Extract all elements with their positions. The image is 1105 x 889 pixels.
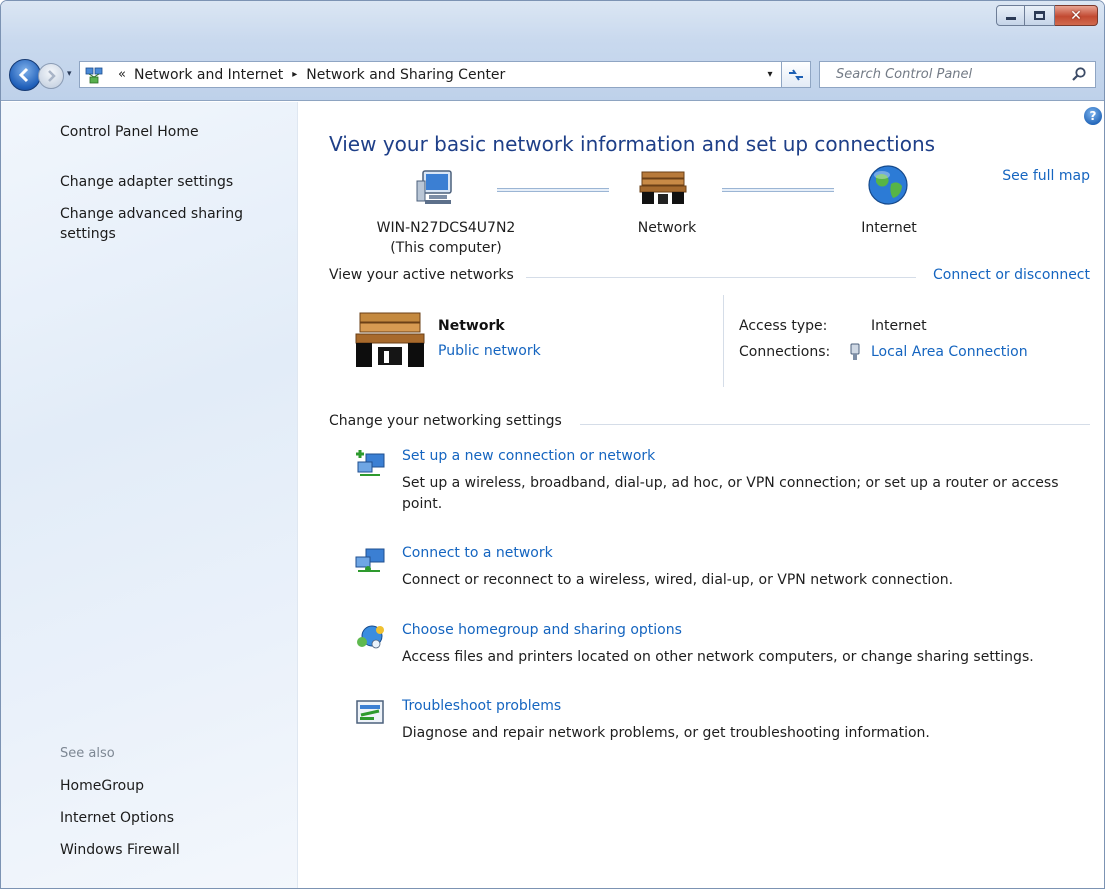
breadcrumb-network-sharing-center[interactable]: Network and Sharing Center bbox=[306, 67, 505, 83]
see-also-heading: See also bbox=[60, 746, 115, 761]
navigation-bar: ▾ « Network and Internet ▸ Network and S… bbox=[1, 56, 1104, 94]
active-networks-heading: View your active networks bbox=[329, 267, 514, 283]
refresh-icon bbox=[789, 68, 803, 81]
active-network-name: Network bbox=[438, 318, 505, 334]
breadcrumb-overflow[interactable]: « bbox=[118, 67, 126, 82]
search-input[interactable]: Search Control Panel bbox=[819, 61, 1096, 88]
caption-buttons: ✕ bbox=[996, 5, 1098, 26]
map-computer-label: WIN-N27DCS4U7N2 (This computer) bbox=[351, 218, 541, 258]
forward-arrow-icon bbox=[48, 70, 56, 82]
networking-settings-heading: Change your networking settings bbox=[329, 413, 562, 429]
setup-connection-description: Set up a wireless, broadband, dial-up, a… bbox=[402, 475, 1059, 512]
network-center-icon bbox=[85, 67, 103, 84]
public-network-link[interactable]: Public network bbox=[438, 343, 541, 359]
refresh-button[interactable] bbox=[781, 61, 811, 88]
window-frame: ✕ ▾ « Network and Internet ▸ Network and… bbox=[1, 1, 1104, 101]
homegroup-icon[interactable] bbox=[354, 622, 388, 652]
map-network-label: Network bbox=[637, 220, 697, 236]
left-task-pane: Control Panel Home Change adapter settin… bbox=[1, 102, 298, 888]
connect-or-disconnect-link[interactable]: Connect or disconnect bbox=[933, 267, 1090, 283]
connect-network-icon[interactable] bbox=[354, 545, 388, 575]
breadcrumb-separator[interactable]: ▸ bbox=[292, 69, 297, 80]
task-item: Set up a new connection or network Set u… bbox=[354, 448, 1094, 518]
computer-name: WIN-N27DCS4U7N2 bbox=[376, 220, 516, 236]
network-sharing-center-window: ✕ ▾ « Network and Internet ▸ Network and… bbox=[0, 0, 1105, 889]
search-icon[interactable] bbox=[1071, 66, 1087, 82]
task-item: Troubleshoot problems Diagnose and repai… bbox=[354, 698, 1094, 748]
new-connection-icon[interactable] bbox=[354, 448, 388, 478]
windows-firewall-link[interactable]: Windows Firewall bbox=[60, 840, 280, 860]
address-dropdown-button[interactable]: ▾ bbox=[759, 61, 781, 88]
section-divider bbox=[526, 277, 916, 278]
section-divider bbox=[580, 424, 1090, 425]
connections-label: Connections: bbox=[739, 344, 831, 360]
setup-connection-link[interactable]: Set up a new connection or network bbox=[402, 448, 655, 464]
network-bench-icon[interactable] bbox=[638, 168, 688, 204]
maximize-icon bbox=[1034, 11, 1045, 20]
public-network-bench-icon[interactable] bbox=[354, 309, 426, 369]
internet-options-link[interactable]: Internet Options bbox=[60, 808, 280, 828]
minimize-icon bbox=[1005, 17, 1016, 20]
back-button[interactable] bbox=[9, 59, 41, 91]
forward-button[interactable] bbox=[38, 63, 64, 89]
troubleshoot-icon[interactable] bbox=[354, 698, 388, 728]
main-content: ? View your basic network information an… bbox=[299, 102, 1104, 888]
access-type-value: Internet bbox=[871, 318, 927, 334]
internet-globe-icon[interactable] bbox=[867, 164, 909, 206]
address-bar[interactable]: « Network and Internet ▸ Network and Sha… bbox=[79, 61, 759, 88]
close-button[interactable]: ✕ bbox=[1055, 5, 1098, 26]
breadcrumb-network-and-internet[interactable]: Network and Internet bbox=[134, 67, 283, 83]
troubleshoot-description: Diagnose and repair network problems, or… bbox=[402, 725, 930, 741]
computer-subtitle: (This computer) bbox=[390, 240, 502, 256]
map-connector-line bbox=[497, 188, 609, 192]
recent-pages-dropdown[interactable]: ▾ bbox=[67, 69, 72, 79]
local-area-connection-link[interactable]: Local Area Connection bbox=[871, 344, 1028, 360]
connect-to-network-description: Connect or reconnect to a wireless, wire… bbox=[402, 572, 954, 588]
map-internet-label: Internet bbox=[861, 220, 917, 236]
homegroup-link[interactable]: HomeGroup bbox=[60, 776, 280, 796]
vertical-divider bbox=[723, 295, 724, 387]
homegroup-sharing-link[interactable]: Choose homegroup and sharing options bbox=[402, 622, 682, 638]
see-full-map-link[interactable]: See full map bbox=[1002, 168, 1090, 184]
minimize-button[interactable] bbox=[996, 5, 1025, 26]
computer-icon[interactable] bbox=[415, 167, 457, 207]
control-panel-home-link[interactable]: Control Panel Home bbox=[60, 122, 280, 142]
back-arrow-icon bbox=[18, 67, 29, 83]
change-adapter-settings-link[interactable]: Change adapter settings bbox=[60, 172, 280, 192]
task-item: Choose homegroup and sharing options Acc… bbox=[354, 622, 1094, 672]
page-title: View your basic network information and … bbox=[329, 132, 936, 156]
maximize-button[interactable] bbox=[1025, 5, 1055, 26]
connect-to-network-link[interactable]: Connect to a network bbox=[402, 545, 553, 561]
help-icon[interactable]: ? bbox=[1084, 107, 1102, 125]
task-item: Connect to a network Connect or reconnec… bbox=[354, 545, 1094, 595]
troubleshoot-link[interactable]: Troubleshoot problems bbox=[402, 698, 561, 714]
search-placeholder: Search Control Panel bbox=[836, 67, 973, 82]
map-connector-line bbox=[722, 188, 834, 192]
homegroup-sharing-description: Access files and printers located on oth… bbox=[402, 649, 1034, 665]
change-advanced-sharing-settings-link[interactable]: Change advanced sharing settings bbox=[60, 204, 280, 244]
close-icon: ✕ bbox=[1070, 7, 1082, 24]
access-type-label: Access type: bbox=[739, 318, 828, 334]
ethernet-plug-icon bbox=[850, 343, 860, 360]
